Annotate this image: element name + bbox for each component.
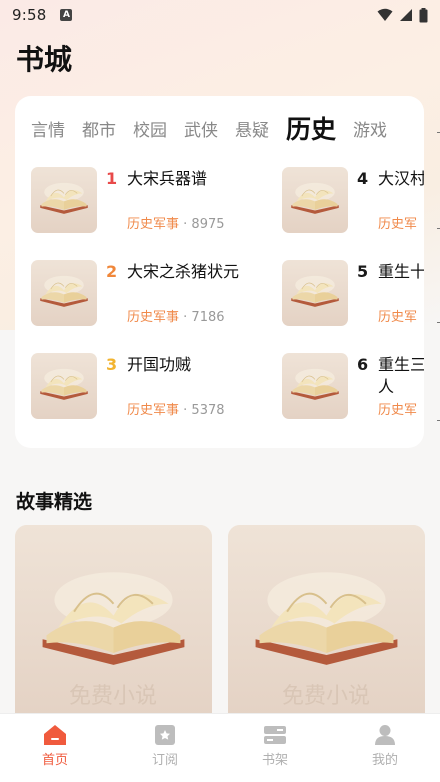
rank-number: 6 — [357, 355, 369, 374]
book-meta: 历史军 — [378, 213, 417, 232]
home-icon — [44, 725, 66, 745]
tabbar-profile[interactable]: 我的 — [330, 714, 440, 782]
book-category: 历史军 — [378, 403, 418, 418]
tab-game[interactable]: 游戏 — [353, 116, 387, 141]
tab-mystery[interactable]: 悬疑 — [235, 116, 269, 141]
bottom-tab-bar: 首页 订阅 书架 我的 — [0, 713, 440, 782]
book-category: 历史军事 — [127, 217, 180, 232]
tabbar-bookshelf[interactable]: 书架 — [220, 714, 330, 782]
book-title-line2: 人 — [378, 377, 395, 396]
book-title: 大汉村 — [378, 169, 424, 188]
status-icons — [377, 7, 428, 23]
book-count: · 5378 — [183, 403, 225, 418]
wifi-icon — [377, 8, 393, 21]
story-card[interactable]: 免费小说 — [228, 525, 425, 725]
story-cover: 免费小说 — [15, 525, 212, 725]
tabbar-label: 我的 — [371, 753, 398, 768]
tabbar-label: 首页 — [41, 753, 68, 768]
signal-icon — [400, 9, 412, 21]
book-meta: 历史军事 · 5378 — [127, 399, 225, 418]
book-category: 历史军事 — [127, 403, 180, 418]
battery-icon — [419, 7, 428, 22]
book-title: 重生三 — [378, 355, 424, 374]
tabbar-label: 订阅 — [151, 753, 178, 768]
rank-number: 4 — [357, 169, 369, 188]
book-item[interactable]: 1 大宋兵器谱 历史军事 · 8975 — [31, 167, 291, 233]
book-item[interactable]: 2 大宋之杀猪状元 历史军事 · 7186 — [31, 260, 291, 326]
cover-watermark: 免费小说 — [69, 684, 157, 709]
book-item[interactable]: 6 重生三 人 历史军 — [282, 353, 424, 419]
book-cover — [31, 353, 97, 419]
tabbar-label: 书架 — [261, 753, 288, 768]
book-category: 历史军事 — [127, 310, 180, 325]
category-tabs: 言情 都市 校园 武侠 悬疑 历史 游戏 — [31, 108, 404, 148]
book-count: · 7186 — [183, 310, 225, 325]
status-bar: 9:58 A — [0, 0, 440, 30]
tab-martial-arts[interactable]: 武侠 — [184, 116, 218, 141]
tabbar-subscribe[interactable]: 订阅 — [110, 714, 220, 782]
book-meta: 历史军 — [378, 399, 417, 418]
book-meta: 历史军事 · 8975 — [127, 213, 225, 232]
book-cover — [31, 260, 97, 326]
status-time: 9:58 — [12, 6, 47, 24]
story-cover: 免费小说 — [228, 525, 425, 725]
book-category: 历史军 — [378, 217, 418, 232]
cover-watermark: 免费小说 — [282, 684, 370, 709]
book-item[interactable]: 4 大汉村 历史军 — [282, 167, 424, 233]
tab-campus[interactable]: 校园 — [133, 116, 167, 141]
book-cover — [282, 353, 348, 419]
bookshelf-icon — [264, 726, 286, 744]
book-item[interactable]: 3 开国功贼 历史军事 · 5378 — [31, 353, 291, 419]
book-meta: 历史军 — [378, 306, 417, 325]
book-title: 开国功贼 — [127, 355, 192, 374]
book-item[interactable]: 5 重生十 历史军 — [282, 260, 424, 326]
book-meta: 历史军事 · 7186 — [127, 306, 225, 325]
book-title: 大宋兵器谱 — [127, 169, 208, 188]
book-count: · 8975 — [183, 217, 225, 232]
tab-romance[interactable]: 言情 — [31, 116, 65, 141]
bookmark-icon — [155, 725, 175, 745]
tab-urban[interactable]: 都市 — [82, 116, 116, 141]
app-notification-icon: A — [60, 9, 73, 21]
tab-history[interactable]: 历史 — [286, 110, 336, 146]
story-card[interactable]: 免费小说 — [15, 525, 212, 725]
book-cover — [282, 260, 348, 326]
tabbar-home[interactable]: 首页 — [0, 714, 110, 782]
book-title: 大宋之杀猪状元 — [127, 262, 240, 281]
rank-number: 3 — [106, 355, 118, 374]
book-title: 重生十 — [378, 262, 424, 281]
user-icon — [375, 725, 395, 745]
page-title: 书城 — [16, 43, 73, 76]
rank-number: 2 — [106, 262, 118, 281]
rank-number: 5 — [357, 262, 369, 281]
section-title-stories: 故事精选 — [16, 491, 93, 513]
book-cover — [31, 167, 97, 233]
book-cover — [282, 167, 348, 233]
rank-number: 1 — [106, 169, 118, 188]
book-category: 历史军 — [378, 310, 418, 325]
ranking-card: 言情 都市 校园 武侠 悬疑 历史 游戏 1 大宋兵器谱 历史军事 · 8975… — [15, 96, 424, 448]
